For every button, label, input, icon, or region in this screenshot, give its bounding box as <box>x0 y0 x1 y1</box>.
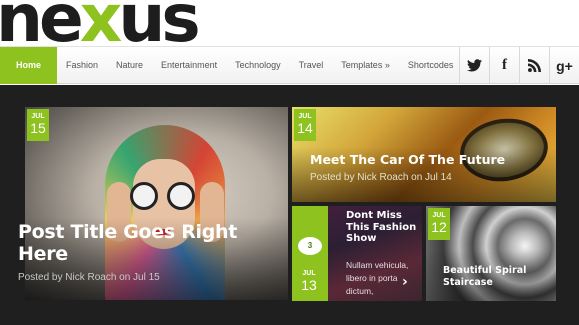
date-month: JUL <box>298 113 312 120</box>
featured-car-title[interactable]: Meet The Car Of The Future <box>310 152 505 167</box>
featured-main-meta: Posted by Nick Roach on Jul 15 <box>18 272 160 283</box>
nav-item-shortcodes[interactable]: Shortcodes <box>399 47 463 84</box>
date-month: JUL <box>432 212 446 219</box>
featured-spiral-title[interactable]: Beautiful Spiral Staircase <box>443 265 553 288</box>
site-logo[interactable]: nexus <box>0 0 201 46</box>
featured-fashion-title[interactable]: Dont Miss This Fashion Show <box>346 210 420 245</box>
nav-menu: Home Fashion Nature Entertainment Techno… <box>0 47 462 84</box>
comment-count-badge[interactable]: 3 <box>298 237 322 255</box>
date-day: 12 <box>431 219 447 235</box>
featured-car-meta: Posted by Nick Roach on Jul 14 <box>310 172 452 183</box>
main-navigation: Home Fashion Nature Entertainment Techno… <box>0 46 579 84</box>
rss-button[interactable] <box>519 47 549 84</box>
facebook-icon: f <box>502 57 507 73</box>
social-links: f g+ <box>459 47 579 84</box>
google-plus-icon: g+ <box>556 57 573 74</box>
twitter-icon <box>467 59 482 72</box>
nav-item-technology[interactable]: Technology <box>226 47 290 84</box>
read-more-arrow-icon[interactable]: › <box>402 274 408 290</box>
nav-item-templates[interactable]: Templates » <box>332 47 399 84</box>
date-day: 15 <box>30 120 46 136</box>
date-badge-main: JUL 15 <box>27 109 49 141</box>
date-badge-car: JUL 14 <box>294 109 316 141</box>
sunglasses-lens <box>130 182 158 210</box>
logo-text-prefix: ne <box>0 0 84 46</box>
nav-item-nature[interactable]: Nature <box>107 47 152 84</box>
nav-item-fashion[interactable]: Fashion <box>57 47 107 84</box>
rss-icon <box>528 59 541 72</box>
twitter-button[interactable] <box>459 47 489 84</box>
date-month: JUL <box>302 270 316 277</box>
logo-bar: nexus <box>0 0 579 46</box>
nav-item-entertainment[interactable]: Entertainment <box>152 47 226 84</box>
featured-main-title[interactable]: Post Title Goes Right Here <box>18 221 268 265</box>
facebook-button[interactable]: f <box>489 47 519 84</box>
date-month: JUL <box>31 113 45 120</box>
logo-text-accent: x <box>79 0 123 46</box>
nav-item-home[interactable]: Home <box>0 47 57 84</box>
date-badge-spiral: JUL 12 <box>428 208 450 240</box>
date-day: 13 <box>301 277 317 293</box>
sunglasses-lens <box>167 182 195 210</box>
nav-item-travel[interactable]: Travel <box>290 47 333 84</box>
date-badge-fashion: JUL 13 <box>298 266 320 298</box>
google-plus-button[interactable]: g+ <box>549 47 579 84</box>
logo-text-suffix: us <box>118 0 200 46</box>
date-day: 14 <box>297 120 313 136</box>
